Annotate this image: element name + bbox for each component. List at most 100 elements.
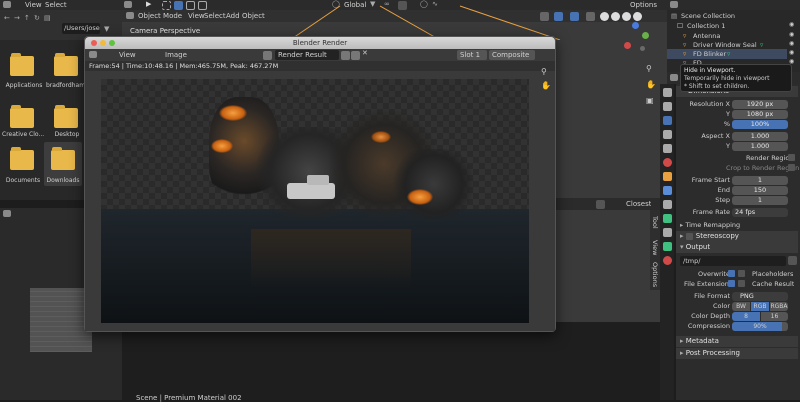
editor-type-icon[interactable]	[670, 1, 678, 8]
post-processing-header[interactable]: ▸ Post Processing	[676, 348, 798, 359]
depth-8-button[interactable]: 8	[732, 312, 760, 321]
path-field[interactable]: /Users/joseph	[62, 23, 100, 34]
editor-type-icon[interactable]	[126, 12, 134, 19]
color-bw-button[interactable]: BW	[732, 302, 750, 311]
editor-type-icon[interactable]	[670, 74, 678, 81]
select-intersect-icon[interactable]	[198, 1, 207, 10]
zoom-icon[interactable]: ⚲	[646, 64, 652, 73]
color-rgba-button[interactable]: RGBA	[770, 302, 788, 311]
slot-dropdown[interactable]: Slot 1	[457, 50, 487, 60]
view-layer-tab-icon[interactable]	[663, 130, 672, 139]
hand-icon[interactable]: ✋	[646, 80, 656, 89]
color-rgb-button[interactable]: RGB	[751, 302, 769, 311]
select-box-icon[interactable]	[162, 1, 171, 10]
scene-tab-icon[interactable]	[663, 144, 672, 153]
output-tab-icon[interactable]	[663, 116, 672, 125]
hand-icon[interactable]: ✋	[541, 81, 551, 90]
new-image-icon[interactable]	[351, 51, 360, 60]
frame-step-field[interactable]: 1	[732, 196, 788, 205]
crop-region-checkbox[interactable]	[788, 164, 795, 171]
eye-icon[interactable]: ◉	[789, 40, 794, 47]
folder-item-selected[interactable]: Downloads	[44, 142, 82, 186]
tab-tool[interactable]: Tool	[651, 216, 659, 229]
back-arrow-icon[interactable]: ←	[4, 14, 10, 22]
new-folder-icon[interactable]: ▤	[44, 14, 51, 22]
resolution-y-field[interactable]: 1080 px	[732, 110, 788, 119]
folder-browse-icon[interactable]	[788, 256, 797, 265]
stereoscopy-checkbox[interactable]	[686, 233, 693, 240]
menu-view[interactable]: View	[188, 12, 205, 20]
fake-user-icon[interactable]	[341, 51, 350, 60]
forward-arrow-icon[interactable]: →	[14, 14, 20, 22]
pass-dropdown[interactable]: Composite	[489, 50, 535, 60]
metadata-header[interactable]: ▸ Metadata	[676, 336, 798, 347]
editor-type-icon[interactable]	[3, 1, 11, 8]
zoom-icon[interactable]: ⚲	[541, 67, 547, 76]
tab-view[interactable]: View	[651, 240, 659, 255]
file-extensions-checkbox[interactable]	[728, 280, 735, 287]
depth-16-button[interactable]: 16	[761, 312, 788, 321]
modifier-tab-icon[interactable]	[663, 186, 672, 195]
render-canvas[interactable]	[85, 71, 555, 331]
folder-item[interactable]: Applications	[0, 52, 44, 94]
frame-start-field[interactable]: 1	[732, 176, 788, 185]
overwrite-checkbox[interactable]	[728, 270, 735, 277]
frame-rate-dropdown[interactable]: 24 fps	[732, 208, 788, 217]
outliner-scene-row[interactable]: ▤ Scene Collection	[667, 11, 787, 21]
select-subtract-icon[interactable]	[186, 1, 195, 10]
menu-select[interactable]: Select	[204, 12, 226, 20]
frame-end-field[interactable]: 150	[732, 186, 788, 195]
data-tab-icon[interactable]	[663, 242, 672, 251]
folder-item[interactable]: Desktop	[44, 104, 88, 146]
world-tab-icon[interactable]	[663, 158, 672, 167]
menu-view[interactable]: View	[119, 51, 136, 59]
tool-tab-icon[interactable]	[663, 88, 672, 97]
object-tab-icon[interactable]	[663, 172, 672, 181]
select-tool-icon[interactable]: ▶	[146, 0, 151, 8]
compression-slider[interactable]: 90%	[732, 322, 788, 331]
eye-icon[interactable]: ◉	[789, 49, 794, 56]
stereoscopy-header[interactable]: ▸ Stereoscopy	[676, 231, 798, 242]
filter-icon[interactable]: ▼	[104, 25, 109, 33]
physics-tab-icon[interactable]	[663, 214, 672, 223]
parent-dir-icon[interactable]: ↑	[24, 14, 30, 22]
editor-type-icon[interactable]	[124, 1, 132, 8]
placeholders-checkbox[interactable]	[738, 270, 745, 277]
file-format-dropdown[interactable]: PNG	[732, 292, 788, 301]
time-remapping-panel[interactable]: ▸ Time Remapping	[676, 220, 798, 231]
resolution-x-field[interactable]: 1920 px	[732, 100, 788, 109]
image-browse-icon[interactable]	[263, 51, 272, 60]
tab-options[interactable]: Options	[651, 262, 659, 287]
eye-icon[interactable]: ◉	[789, 31, 794, 38]
outliner-row[interactable]: ☐ Collection 1	[667, 21, 787, 31]
editor-type-icon[interactable]	[89, 51, 97, 58]
menu-select[interactable]: Select	[45, 1, 67, 9]
aspect-y-field[interactable]: 1.000	[732, 142, 788, 151]
render-window[interactable]: Blender Render View Image Render Result …	[84, 36, 556, 332]
render-region-checkbox[interactable]	[788, 154, 795, 161]
folder-item[interactable]: Creative Clo...	[0, 104, 44, 146]
menu-image[interactable]: Image	[165, 51, 187, 59]
output-path-field[interactable]: /tmp/	[680, 256, 786, 266]
camera-view-icon[interactable]: ▣	[646, 96, 654, 105]
aspect-x-field[interactable]: 1.000	[732, 132, 788, 141]
image-name-field[interactable]: Render Result	[275, 50, 339, 60]
folder-item[interactable]: bradfordham...	[44, 52, 88, 94]
mode-dropdown[interactable]: Object Mode	[138, 12, 182, 20]
folder-item[interactable]: Documents	[0, 146, 44, 188]
cache-result-checkbox[interactable]	[738, 280, 745, 287]
unlink-icon[interactable]: ✕	[362, 49, 368, 57]
snap-toggle-icon[interactable]	[596, 200, 605, 209]
snap-closest[interactable]: Closest	[626, 200, 651, 208]
select-extend-icon[interactable]	[174, 1, 183, 10]
editor-type-icon[interactable]	[3, 210, 11, 217]
refresh-icon[interactable]: ↻	[34, 14, 40, 22]
output-header[interactable]: ▾ Output	[676, 242, 798, 253]
eye-icon[interactable]: ◉	[789, 21, 794, 28]
material-tab-icon[interactable]	[663, 256, 672, 265]
constraint-tab-icon[interactable]	[663, 228, 672, 237]
menu-view[interactable]: View	[25, 1, 42, 9]
particles-tab-icon[interactable]	[663, 200, 672, 209]
percent-field[interactable]: 100%	[732, 120, 788, 129]
render-tab-icon[interactable]	[663, 102, 672, 111]
